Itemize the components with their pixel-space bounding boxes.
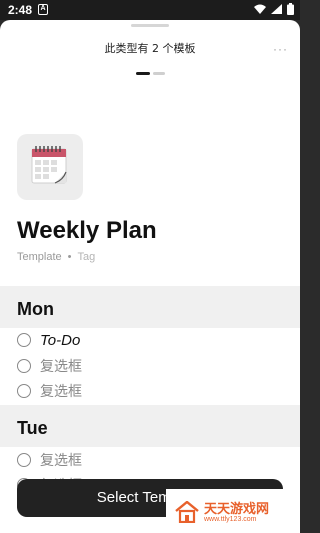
sheet-title: 此类型有 2 个模板 bbox=[104, 42, 196, 55]
page-dot[interactable] bbox=[152, 72, 165, 75]
more-options-button[interactable]: ··· bbox=[273, 42, 288, 56]
section-header-mon: Mon bbox=[0, 286, 300, 328]
template-tag[interactable]: Tag bbox=[78, 251, 96, 263]
list-item[interactable]: 复选框 bbox=[17, 356, 82, 376]
template-icon-tile bbox=[17, 134, 83, 200]
list-item[interactable]: 复选框 bbox=[17, 450, 82, 470]
watermark-name: 天天游戏网 bbox=[204, 502, 270, 517]
meta-separator: • bbox=[67, 251, 72, 263]
template-sheet: 此类型有 2 个模板 ··· Weekly Plan Template • Ta… bbox=[0, 20, 300, 533]
section-day-label: Tue bbox=[17, 418, 48, 438]
template-meta: Template • Tag bbox=[17, 251, 95, 263]
item-label: 复选框 bbox=[40, 384, 82, 400]
status-bar: 2:48 A bbox=[0, 0, 300, 20]
battery-icon bbox=[287, 3, 294, 15]
checkbox-circle-icon[interactable] bbox=[17, 333, 31, 347]
section-day-label: Mon bbox=[17, 299, 54, 319]
page-dot-active[interactable] bbox=[135, 72, 150, 75]
watermark-url: www.ttly123.com bbox=[204, 516, 257, 523]
item-label: To-Do bbox=[40, 331, 81, 349]
sheet-grabber[interactable] bbox=[131, 24, 169, 27]
wifi-icon bbox=[254, 4, 266, 14]
watermark: 天天游戏网 www.ttly123.com bbox=[166, 489, 300, 533]
template-type: Template bbox=[17, 251, 62, 263]
signal-icon bbox=[271, 4, 282, 14]
page-indicator bbox=[0, 72, 300, 75]
checkbox-circle-icon[interactable] bbox=[17, 384, 31, 398]
checkbox-circle-icon[interactable] bbox=[17, 453, 31, 467]
template-title: Weekly Plan bbox=[17, 217, 157, 244]
item-label: 复选框 bbox=[40, 359, 82, 375]
status-time: 2:48 bbox=[8, 3, 33, 17]
checkbox-circle-icon[interactable] bbox=[17, 359, 31, 373]
item-label: 复选框 bbox=[40, 453, 82, 469]
calendar-icon bbox=[31, 146, 67, 184]
list-item[interactable]: To-Do bbox=[17, 330, 80, 350]
house-logo-icon bbox=[175, 501, 199, 523]
list-item[interactable]: 复选框 bbox=[17, 381, 82, 401]
section-header-tue: Tue bbox=[0, 405, 300, 447]
status-icons bbox=[254, 3, 294, 15]
notification-icon: A bbox=[38, 4, 48, 15]
